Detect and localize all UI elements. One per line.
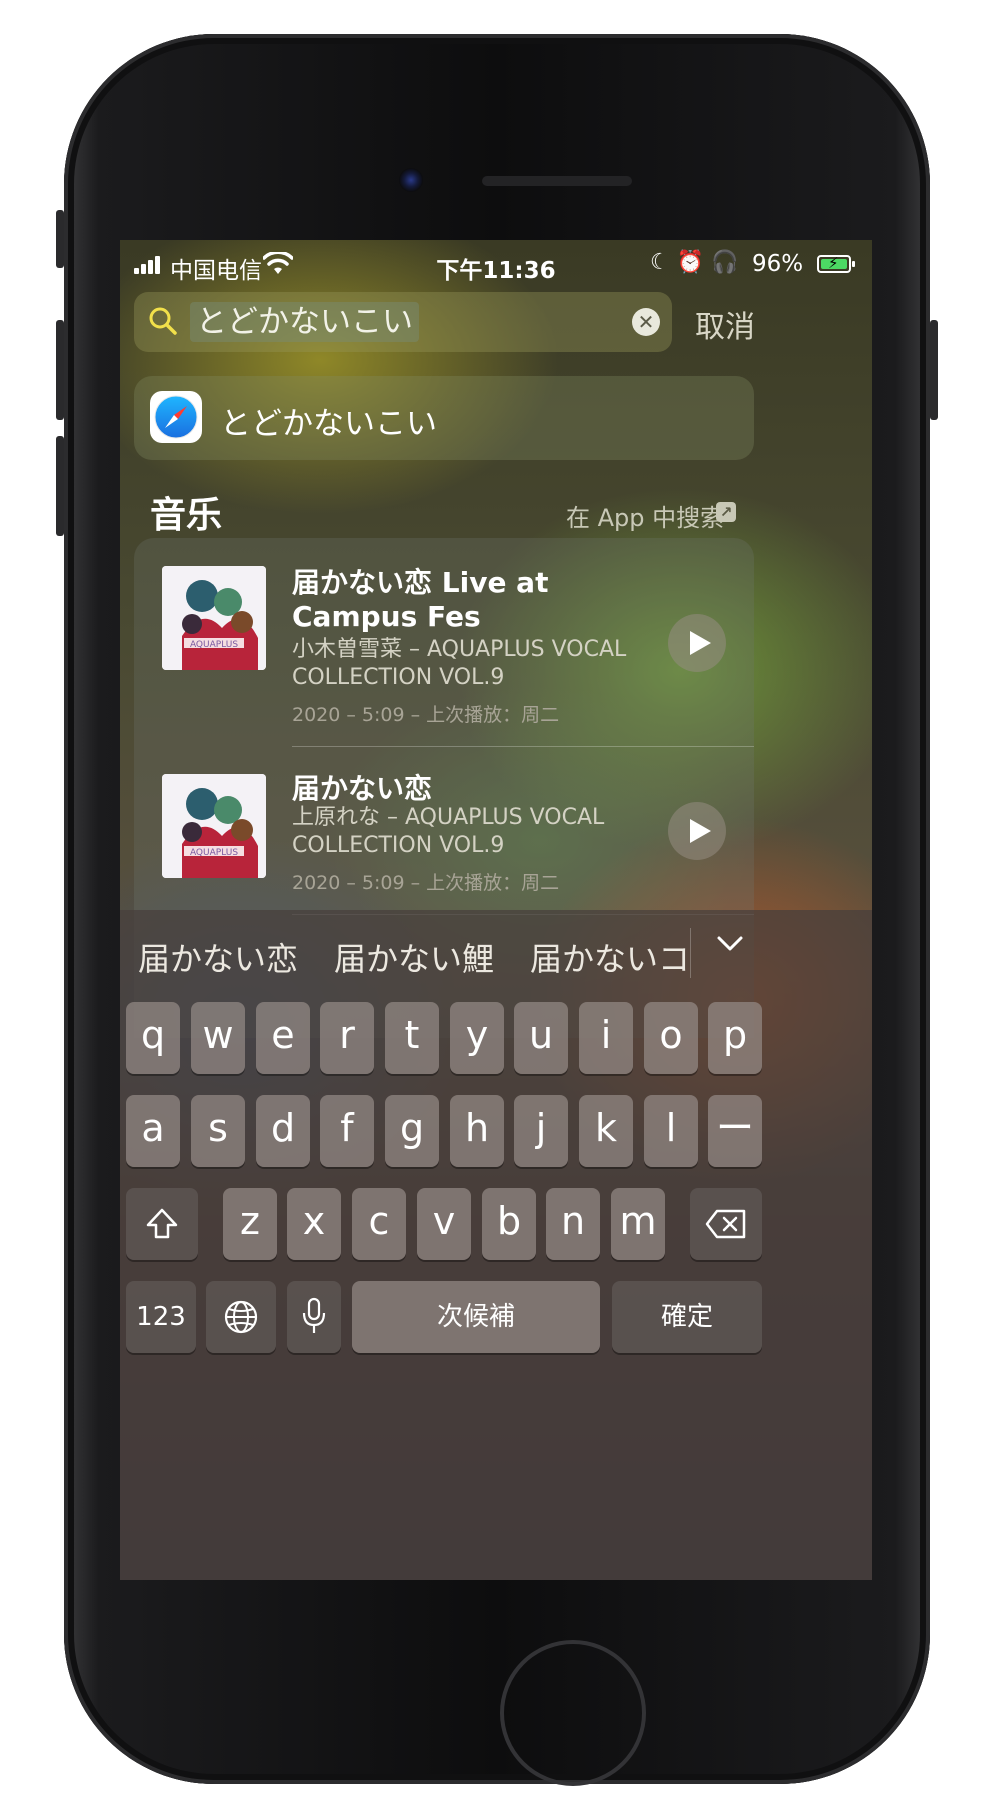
key-p[interactable]: p [708, 1002, 762, 1074]
key-f[interactable]: f [320, 1095, 374, 1167]
backspace-icon [705, 1209, 746, 1239]
microphone-icon [302, 1297, 326, 1333]
power-button [930, 320, 938, 420]
key-w[interactable]: w [191, 1002, 245, 1074]
play-icon [690, 819, 711, 843]
search-input[interactable]: とどかないこい [190, 302, 419, 342]
safari-icon [150, 391, 202, 443]
track-row[interactable]: AQUAPLUS 届かない恋 Live at Campus Fes 小木曽雪菜 … [134, 538, 754, 744]
key-j[interactable]: j [514, 1095, 568, 1167]
album-art: AQUAPLUS [162, 774, 266, 878]
key-i[interactable]: i [579, 1002, 633, 1074]
safari-search-suggestion[interactable]: とどかないこい [134, 376, 754, 460]
key-o[interactable]: o [644, 1002, 698, 1074]
candidate-bar: 届かない恋 届かない鯉 届かないコ [120, 910, 872, 996]
numbers-key[interactable]: 123 [126, 1281, 196, 1353]
track-title: 届かない恋 Live at Campus Fes [292, 566, 549, 633]
track-artist-album: 上原れな – AQUAPLUS VOCAL COLLECTION VOL.9 [292, 805, 605, 858]
battery-icon: ⚡ [817, 254, 855, 273]
front-camera [399, 168, 423, 192]
key-r[interactable]: r [320, 1002, 374, 1074]
key-b[interactable]: b [482, 1188, 536, 1260]
album-art-label: AQUAPLUS [190, 640, 238, 650]
key-h[interactable]: h [450, 1095, 504, 1167]
key-t[interactable]: t [385, 1002, 439, 1074]
key-z[interactable]: z [223, 1188, 277, 1260]
track-meta: 2020 – 5:09 – 上次播放：周二 [292, 872, 560, 894]
track-artist-album: 小木曽雪菜 – AQUAPLUS VOCAL COLLECTION VOL.9 [292, 637, 627, 690]
key-m[interactable]: m [611, 1188, 665, 1260]
candidate-3[interactable]: 届かないコ [530, 934, 690, 980]
next-candidate-key[interactable]: 次候補 [352, 1281, 600, 1353]
globe-icon [224, 1300, 258, 1334]
home-button[interactable] [500, 1640, 646, 1786]
key-y[interactable]: y [450, 1002, 504, 1074]
screen: 中国电信 下午11:36 ☾ ⏰ 🎧 96% ⚡ とどかないこい ✕ 取消 とど… [120, 240, 872, 1580]
play-icon [690, 631, 711, 655]
status-bar: 中国电信 下午11:36 ☾ ⏰ 🎧 96% ⚡ [120, 240, 872, 290]
candidate-2[interactable]: 届かない鯉 [334, 934, 494, 980]
mute-switch [56, 210, 64, 268]
globe-key[interactable] [206, 1281, 276, 1353]
music-section-title: 音乐 [150, 495, 223, 536]
moon-icon: ☾ [650, 250, 670, 275]
album-art-label: AQUAPLUS [190, 848, 238, 858]
track-meta: 2020 – 5:09 – 上次播放：周二 [292, 704, 560, 726]
chevron-down-icon[interactable] [716, 934, 744, 954]
key-g[interactable]: g [385, 1095, 439, 1167]
volume-down-button [56, 436, 64, 536]
key-n[interactable]: n [546, 1188, 600, 1260]
keyboard: 届かない恋 届かない鯉 届かないコ q w e r t y u i o p a … [120, 910, 872, 1580]
key-k[interactable]: k [579, 1095, 633, 1167]
battery-percent: 96% [752, 251, 804, 277]
volume-up-button [56, 320, 64, 420]
play-button[interactable] [668, 802, 726, 860]
shift-icon [146, 1208, 178, 1239]
alarm-icon: ⏰ [676, 250, 705, 275]
key-x[interactable]: x [287, 1188, 341, 1260]
track-title: 届かない恋 [292, 772, 433, 805]
track-row[interactable]: AQUAPLUS 届かない恋 上原れな – AQUAPLUS VOCAL COL… [134, 746, 754, 914]
shift-key[interactable] [126, 1188, 198, 1260]
status-icons: ☾ ⏰ 🎧 [650, 250, 739, 275]
key-d[interactable]: d [256, 1095, 310, 1167]
search-field[interactable]: とどかないこい ✕ [134, 292, 672, 352]
earpiece-speaker [482, 176, 632, 186]
key-q[interactable]: q [126, 1002, 180, 1074]
clear-search-button[interactable]: ✕ [632, 308, 660, 336]
search-icon [149, 307, 177, 335]
cancel-button[interactable]: 取消 [695, 302, 755, 346]
key-long-dash[interactable]: ー [708, 1095, 762, 1167]
key-a[interactable]: a [126, 1095, 180, 1167]
search-in-app-link[interactable]: 在 App 中搜索 [566, 498, 724, 533]
backspace-key[interactable] [690, 1188, 762, 1260]
arrow-up-right-icon[interactable]: ↗ [716, 502, 736, 522]
suggestion-label: とどかないこい [220, 406, 437, 442]
key-s[interactable]: s [191, 1095, 245, 1167]
play-button[interactable] [668, 614, 726, 672]
key-e[interactable]: e [256, 1002, 310, 1074]
key-l[interactable]: l [644, 1095, 698, 1167]
confirm-key[interactable]: 確定 [612, 1281, 762, 1353]
key-c[interactable]: c [352, 1188, 406, 1260]
key-v[interactable]: v [417, 1188, 471, 1260]
dictation-key[interactable] [287, 1281, 341, 1353]
album-art: AQUAPLUS [162, 566, 266, 670]
candidate-1[interactable]: 届かない恋 [138, 934, 298, 980]
candidate-separator [690, 928, 691, 978]
key-u[interactable]: u [514, 1002, 568, 1074]
headphones-icon: 🎧 [711, 250, 739, 275]
